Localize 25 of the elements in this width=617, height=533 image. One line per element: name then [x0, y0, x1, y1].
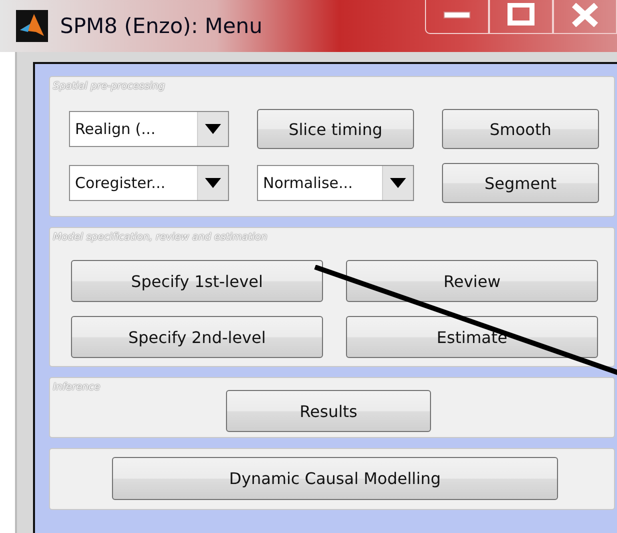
minimize-icon [442, 10, 472, 20]
dropdown[interactable]: Normalise... [257, 165, 414, 201]
caret-icon [205, 124, 221, 134]
panel-title: Model specification, review and estimation [52, 230, 268, 245]
menu-button[interactable]: Results [226, 390, 431, 432]
menu-button[interactable]: Dynamic Causal Modelling [112, 457, 558, 500]
dropdown[interactable]: Realign (... [69, 111, 229, 147]
close-button[interactable] [553, 0, 617, 34]
menu-button[interactable]: Segment [442, 163, 599, 203]
app-logo-icon [16, 10, 48, 42]
menu-button[interactable]: Specify 2nd-level [71, 316, 323, 358]
menu-button[interactable]: Smooth [442, 109, 599, 149]
panel-title: Inference [52, 380, 102, 395]
menu-button[interactable]: Slice timing [257, 109, 414, 149]
minimize-button[interactable] [425, 0, 489, 34]
maximize-icon [506, 2, 536, 26]
dropdown[interactable]: Coregister... [69, 165, 229, 201]
menu-button[interactable]: Review [346, 260, 598, 302]
caret-icon [390, 178, 406, 188]
menu-button[interactable]: Specify 1st-level [71, 260, 323, 302]
close-icon [570, 2, 600, 26]
maximize-button[interactable] [489, 0, 553, 34]
caret-icon [205, 178, 221, 188]
panel-title: Spatial pre-processing [52, 80, 166, 94]
window-title: SPM8 (Enzo): Menu [60, 14, 262, 38]
